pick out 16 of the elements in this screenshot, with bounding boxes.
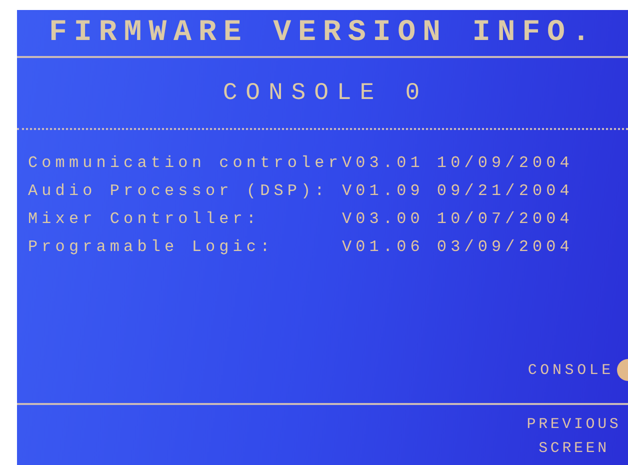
component-label: Communication controler [28, 154, 342, 173]
version-text: V01.09 [342, 182, 424, 201]
previous-screen-softkey[interactable]: PREVIOUS SCREEN [520, 413, 628, 461]
date-text: 03/09/2004 [436, 238, 574, 257]
component-label: Programable Logic: [28, 238, 275, 257]
version-text: V01.06 [342, 238, 424, 257]
version-text: V03.00 [342, 210, 424, 229]
date-text: 10/09/2004 [436, 154, 574, 173]
date-text: 10/07/2004 [436, 210, 574, 229]
component-label: Mixer Controller: [28, 210, 262, 229]
screen-title: FIRMWARE VERSION INFO. [48, 15, 598, 52]
console-heading: CONSOLE 0 [222, 79, 430, 109]
date-text: 09/21/2004 [436, 182, 574, 201]
component-label: Audio Processor (DSP): [28, 182, 330, 201]
version-text: V03.01 [342, 154, 424, 173]
console-softkey[interactable]: CONSOLE [528, 362, 614, 378]
